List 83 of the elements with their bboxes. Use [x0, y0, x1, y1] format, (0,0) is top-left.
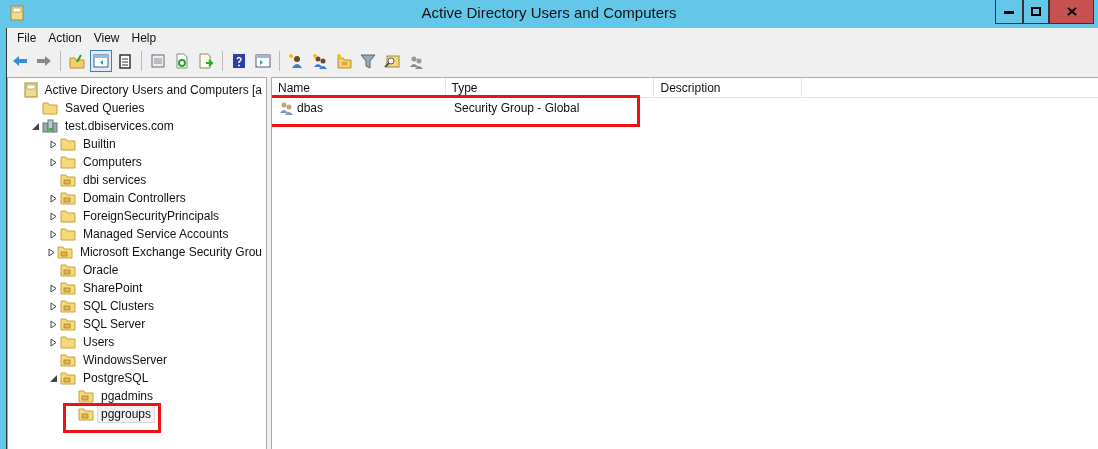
export-list-icon [198, 53, 214, 69]
tree-item[interactable]: Builtin [79, 135, 120, 153]
ou-folder-icon [78, 389, 94, 403]
menu-item[interactable]: File [11, 31, 43, 45]
new-ou-icon [336, 53, 352, 69]
tree-item[interactable]: Active Directory Users and Computers [a [40, 81, 266, 99]
ou-folder-icon [60, 353, 76, 367]
filter-icon [360, 53, 376, 69]
ou-folder-icon [60, 191, 76, 205]
minimize-icon [1004, 9, 1014, 14]
expand-arrow-icon[interactable] [50, 337, 58, 347]
expand-arrow-icon[interactable] [50, 139, 58, 149]
domain-icon [42, 119, 58, 133]
tree-item[interactable]: SQL Clusters [79, 297, 158, 315]
menu-item[interactable]: Action [42, 31, 88, 45]
tree-item[interactable]: Saved Queries [61, 99, 149, 117]
ou-folder-icon [60, 173, 76, 187]
expand-arrow-icon[interactable] [50, 301, 58, 311]
new-group-icon [312, 53, 328, 69]
expand-arrow-icon[interactable] [50, 319, 58, 329]
back-arrow-icon [12, 53, 28, 69]
app-icon [10, 5, 24, 21]
tree-item[interactable]: Microsoft Exchange Security Grou [75, 243, 266, 261]
forward-arrow-icon [36, 53, 52, 69]
properties-icon [150, 53, 166, 69]
list-cell-text: Security Group - Global [453, 101, 581, 115]
new-user-icon [288, 53, 304, 69]
ou-folder-icon [56, 245, 73, 259]
expand-arrow-icon[interactable] [48, 247, 57, 257]
console-tree-icon [93, 53, 109, 69]
folder-up-icon [69, 53, 85, 69]
expanded-arrow-icon[interactable] [50, 373, 58, 383]
tree-item[interactable]: Users [79, 333, 119, 351]
maximize-icon [1031, 7, 1041, 16]
ou-folder-icon [78, 407, 94, 421]
window-title: Active Directory Users and Computers [420, 4, 678, 21]
tree-item[interactable]: Oracle [79, 261, 123, 279]
tree-item[interactable]: dbi services [79, 171, 151, 189]
column-header[interactable]: Description [654, 78, 803, 98]
close-button[interactable] [1049, 0, 1094, 24]
folder-icon [60, 227, 76, 241]
folder-icon [60, 209, 76, 223]
tree-item[interactable]: WindowsServer [79, 351, 172, 369]
help-icon [231, 53, 247, 69]
maximize-button[interactable] [1023, 0, 1049, 24]
clipboard-icon [117, 53, 133, 69]
list-cell[interactable]: dbas [272, 100, 448, 116]
minimize-button[interactable] [995, 0, 1023, 24]
ou-folder-icon [60, 263, 76, 277]
expand-arrow-icon[interactable] [50, 211, 58, 221]
tree-item[interactable]: Computers [79, 153, 146, 171]
console-icon [23, 82, 38, 98]
tree-item[interactable]: ForeignSecurityPrincipals [79, 207, 224, 225]
ou-folder-icon [60, 317, 76, 331]
tree-item[interactable]: Managed Service Accounts [79, 225, 233, 243]
close-icon [1066, 7, 1077, 16]
ou-folder-icon [60, 299, 76, 313]
toolbar-button[interactable] [90, 50, 112, 72]
expanded-arrow-icon[interactable] [32, 121, 40, 131]
tree-item[interactable]: PostgreSQL [79, 369, 153, 387]
tree-item[interactable]: pgadmins [97, 387, 158, 405]
tree-item[interactable]: SharePoint [79, 279, 147, 297]
expand-arrow-icon[interactable] [50, 283, 58, 293]
tree-item[interactable]: test.dbiservices.com [61, 117, 178, 135]
column-header[interactable]: Name [272, 78, 446, 98]
group-icon [278, 100, 294, 116]
tree-item[interactable]: SQL Server [79, 315, 150, 333]
column-header[interactable]: Type [445, 78, 655, 98]
show-pane-icon [255, 53, 271, 69]
folder-icon [60, 137, 76, 151]
ou-folder-icon [60, 371, 76, 385]
menu-item[interactable]: Help [125, 31, 163, 45]
folder-icon [60, 335, 76, 349]
menu-item[interactable]: View [87, 31, 126, 45]
expand-arrow-icon[interactable] [50, 157, 58, 167]
expand-arrow-icon[interactable] [50, 193, 58, 203]
ou-folder-icon [60, 281, 76, 295]
refresh-icon [174, 53, 190, 69]
find-icon [384, 53, 400, 69]
folder-icon [60, 155, 76, 169]
expand-arrow-icon[interactable] [50, 229, 58, 239]
tree-item[interactable]: Domain Controllers [79, 189, 190, 207]
folder-icon [42, 101, 58, 115]
